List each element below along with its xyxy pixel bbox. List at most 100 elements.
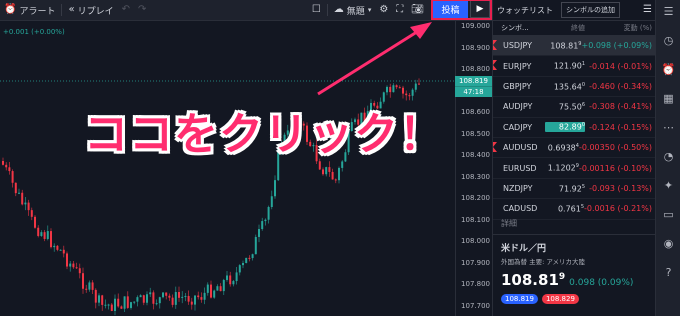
play-button[interactable]: ▶	[470, 0, 490, 18]
row-last: 0.69384	[547, 142, 579, 153]
candle-body	[238, 265, 241, 273]
candle-body	[216, 286, 219, 291]
detail-header: 詳細	[493, 214, 656, 235]
row-last: 71.925	[558, 183, 585, 194]
candle-body	[155, 303, 158, 305]
flag-icon[interactable]	[493, 141, 497, 152]
watchlist-tab[interactable]: ウォッチリスト	[493, 0, 557, 20]
add-symbol-button[interactable]: シンボルの追加	[561, 2, 620, 18]
candle-body	[11, 171, 14, 183]
camera-icon: 📷︎	[411, 4, 424, 15]
divider	[326, 4, 328, 16]
candle-body	[107, 304, 110, 306]
candle-body	[126, 296, 129, 308]
price-axis-label: 108.200	[461, 194, 490, 202]
alarm-icon[interactable]: ⏰	[662, 63, 676, 76]
dots-icon[interactable]: ⋯	[662, 121, 675, 134]
alert-button[interactable]: ⏰ アラート	[0, 0, 59, 20]
settings-button[interactable]: ⚙	[375, 0, 392, 20]
bid-badge: 108.819	[501, 294, 538, 304]
watchlist-row[interactable]: CADJPY 82.890 -0.124 (-0.15%)	[493, 118, 656, 138]
candle-body	[398, 87, 401, 89]
redo-button[interactable]: ↷	[134, 0, 150, 20]
candle-body	[200, 297, 203, 300]
chart-area[interactable]	[0, 21, 455, 316]
candle-body	[142, 295, 145, 303]
watchlist-panel: ウォッチリスト シンボルの追加 ☰ シンボ... 終値 変動 (%) USDJP…	[492, 0, 656, 316]
price-axis-label: 108.100	[461, 215, 490, 224]
watchlist-row[interactable]: AUDUSD 0.69384 -0.00350 (-0.50%)	[493, 138, 656, 159]
undo-icon: ↶	[121, 4, 130, 15]
candle-body	[206, 284, 209, 293]
list-icon: ☰	[643, 4, 652, 15]
row-symbol: GBPJPY	[503, 81, 532, 91]
col-last[interactable]: 終値	[545, 23, 585, 33]
save-layout-button[interactable]: ☁ 無題 ▾	[330, 0, 376, 20]
col-symbol[interactable]: シンボ...	[493, 23, 545, 33]
candle-body	[222, 279, 225, 292]
price-axis[interactable]: 109.000108.900108.800108.700108.600108.5…	[455, 21, 493, 316]
publish-button[interactable]: 投稿	[433, 0, 468, 18]
row-symbol: USDJPY	[503, 41, 532, 51]
watchlist-row[interactable]: USDJPY 108.819 +0.098 (+0.09%)	[493, 36, 656, 57]
chat-icon[interactable]: ▭	[662, 208, 675, 221]
symbol-detail: 詳細 米ドル／円 外国為替 主要: アメリカ大陸 108.819 0.098 (…	[493, 214, 656, 306]
watchlist-menu-button[interactable]: ☰	[639, 0, 656, 20]
candle-body	[251, 254, 254, 259]
candle-body	[136, 297, 139, 302]
watchlist-header: ウォッチリスト シンボルの追加 ☰	[493, 0, 656, 21]
candle-body	[139, 295, 142, 298]
list-icon[interactable]: ☰	[662, 5, 675, 18]
candle-body	[88, 282, 91, 290]
candle-body	[146, 294, 148, 303]
layout-button[interactable]: ☐	[308, 0, 325, 20]
candle-body	[338, 167, 340, 181]
candle-body	[2, 161, 4, 165]
row-change: -0.00116 (-0.10%)	[578, 163, 652, 173]
candle-body	[171, 297, 174, 305]
candle-body	[414, 83, 417, 90]
row-symbol: NZDJPY	[503, 183, 533, 193]
candle-body	[165, 292, 168, 296]
gear-icon: ⚙	[379, 4, 389, 15]
candle-body	[418, 83, 420, 85]
price-axis-label: 107.700	[461, 301, 490, 310]
watchlist-row[interactable]: EURJPY 121.901 -0.014 (-0.01%)	[493, 56, 656, 77]
calendar-icon[interactable]: ▦	[662, 92, 675, 105]
candlestick-chart	[0, 78, 455, 316]
candle-body	[78, 268, 81, 274]
cloud-icon: ☁	[333, 4, 344, 15]
undo-button[interactable]: ↶	[118, 0, 134, 20]
flag-icon[interactable]	[493, 40, 497, 50]
square-icon: ☐	[311, 4, 321, 15]
candle-body	[405, 93, 408, 96]
candle-body	[30, 210, 33, 217]
replay-button[interactable]: « リプレイ	[64, 0, 117, 20]
candle-body	[46, 231, 49, 239]
candle-body	[197, 295, 200, 298]
candle-body	[178, 292, 180, 298]
snapshot-button[interactable]: 📷︎	[407, 0, 428, 20]
col-change[interactable]: 変動 (%)	[585, 23, 656, 33]
candle-body	[245, 257, 248, 264]
candle-body	[117, 298, 120, 307]
candle-body	[264, 219, 267, 222]
watchlist-row[interactable]: GBPJPY 135.640 -0.460 (-0.34%)	[493, 77, 656, 98]
candle-body	[261, 221, 264, 230]
clock-icon[interactable]: ◷	[662, 34, 675, 47]
lightbulb-icon[interactable]: ✦	[662, 179, 675, 192]
candle-body	[75, 267, 78, 269]
candle-body	[190, 301, 193, 305]
watchlist-row[interactable]: EURUSD 1.12029 -0.00116 (-0.10%)	[493, 158, 656, 179]
broadcast-icon[interactable]: ◉	[662, 237, 675, 250]
row-last: 1.12029	[547, 163, 579, 173]
chart-icon[interactable]: ◔	[662, 150, 675, 163]
price-axis-label: 108.800	[461, 65, 490, 73]
watchlist-row[interactable]: NZDJPY 71.925 -0.093 (-0.13%)	[493, 179, 656, 200]
watchlist-row[interactable]: AUDJPY 75.506 -0.308 (-0.41%)	[493, 97, 656, 118]
row-symbol: CADUSD	[503, 204, 538, 214]
help-icon[interactable]: ?	[662, 266, 675, 279]
candle-body	[120, 306, 123, 309]
fullscreen-button[interactable]: ⛶	[392, 0, 407, 20]
flag-icon[interactable]	[493, 60, 497, 71]
